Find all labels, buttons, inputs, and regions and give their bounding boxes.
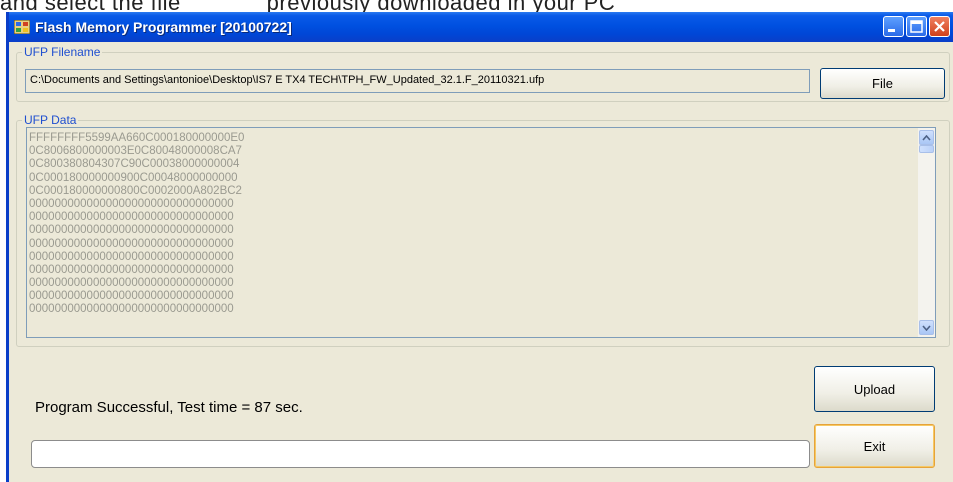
chevron-up-icon [922,134,931,141]
ufp-data-line: 00000000000000000000000000000000 [29,237,234,250]
ufp-data-list[interactable]: FFFFFFFF5599AA660C000180000000E0 0C800680… [26,127,936,338]
ufp-data-line: 00000000000000000000000000000000 [29,277,234,290]
progress-bar [31,440,810,468]
ufp-filename-legend: UFP Filename [22,45,103,59]
minimize-icon [888,29,895,32]
scroll-down-button[interactable] [919,320,934,335]
background-document-text: and select the file previously downloade… [0,0,616,15]
vertical-scrollbar[interactable] [918,128,935,337]
window-title: Flash Memory Programmer [20100722] [35,19,292,35]
ufp-data-line: 00000000000000000000000000000000 [29,211,234,224]
ufp-data-line: 00000000000000000000000000000000 [29,303,234,316]
ufp-data-line: 0C000180000000800C0002000A802BC2 [29,184,242,197]
ufp-data-line: 00000000000000000000000000000000 [29,197,234,210]
maximize-button[interactable] [906,16,927,37]
ufp-data-line: 00000000000000000000000000000000 [29,224,234,237]
close-icon [934,21,945,32]
minimize-button[interactable] [883,16,904,37]
status-message: Program Successful, Test time = 87 sec. [35,399,303,416]
ufp-data-legend: UFP Data [22,113,79,127]
title-bar[interactable]: Flash Memory Programmer [20100722] [9,12,953,42]
ufp-data-lines: FFFFFFFF5599AA660C000180000000E0 0C800680… [27,128,935,317]
scroll-up-button[interactable] [919,130,934,145]
close-button[interactable] [929,16,950,37]
chevron-down-icon [922,324,931,331]
ufp-data-line: 00000000000000000000000000000000 [29,290,234,303]
maximize-icon [910,20,923,33]
app-icon [14,20,30,34]
ufp-data-line: 00000000000000000000000000000000 [29,263,234,276]
scroll-thumb[interactable] [919,145,934,153]
ufp-data-line: 0C8006800000003E0C80048000008CA7 [29,145,242,158]
app-window: Flash Memory Programmer [20100722] UFP F… [6,12,953,482]
exit-button[interactable]: Exit [814,424,935,468]
ufp-data-line: 00000000000000000000000000000000 [29,250,234,263]
ufp-data-line: 0C800380804307C90C00038000000004 [29,158,240,171]
ufp-data-line: 0C000180000000900C00048000000000 [29,171,238,184]
upload-button[interactable]: Upload [814,366,935,412]
ufp-filename-field[interactable]: C:\Documents and Settings\antonioe\Deskt… [25,69,810,93]
file-button[interactable]: File [820,68,945,99]
ufp-data-line: FFFFFFFF5599AA660C000180000000E0 [29,132,245,144]
